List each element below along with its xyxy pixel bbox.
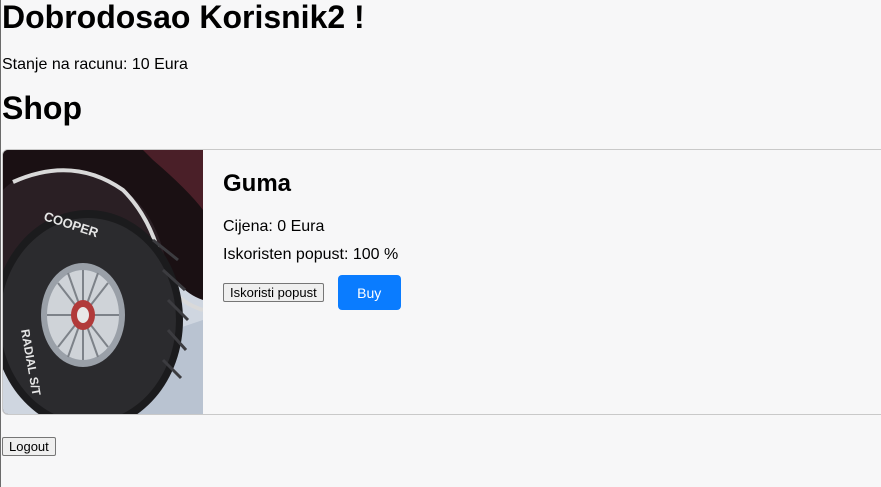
product-discount: Iskoristen popust: 100 % <box>223 246 399 263</box>
product-actions: Iskoristi popust Buy <box>223 275 401 310</box>
product-card: COOPER RADIAL S/T Guma Cijena: 0 Eura Is… <box>2 149 881 415</box>
account-balance: Stanje na racunu: 10 Eura <box>2 56 188 73</box>
apply-discount-button[interactable]: Iskoristi popust <box>223 283 324 302</box>
buy-button[interactable]: Buy <box>337 275 401 310</box>
product-image: COOPER RADIAL S/T <box>3 150 203 414</box>
welcome-heading: Dobrodosao Korisnik2 ! <box>2 0 365 35</box>
product-name: Guma <box>223 170 292 197</box>
logout-button[interactable]: Logout <box>2 437 56 456</box>
shop-title: Shop <box>2 90 82 126</box>
product-card-body: Guma Cijena: 0 Eura Iskoristen popust: 1… <box>223 168 401 310</box>
product-price: Cijena: 0 Eura <box>223 218 325 235</box>
